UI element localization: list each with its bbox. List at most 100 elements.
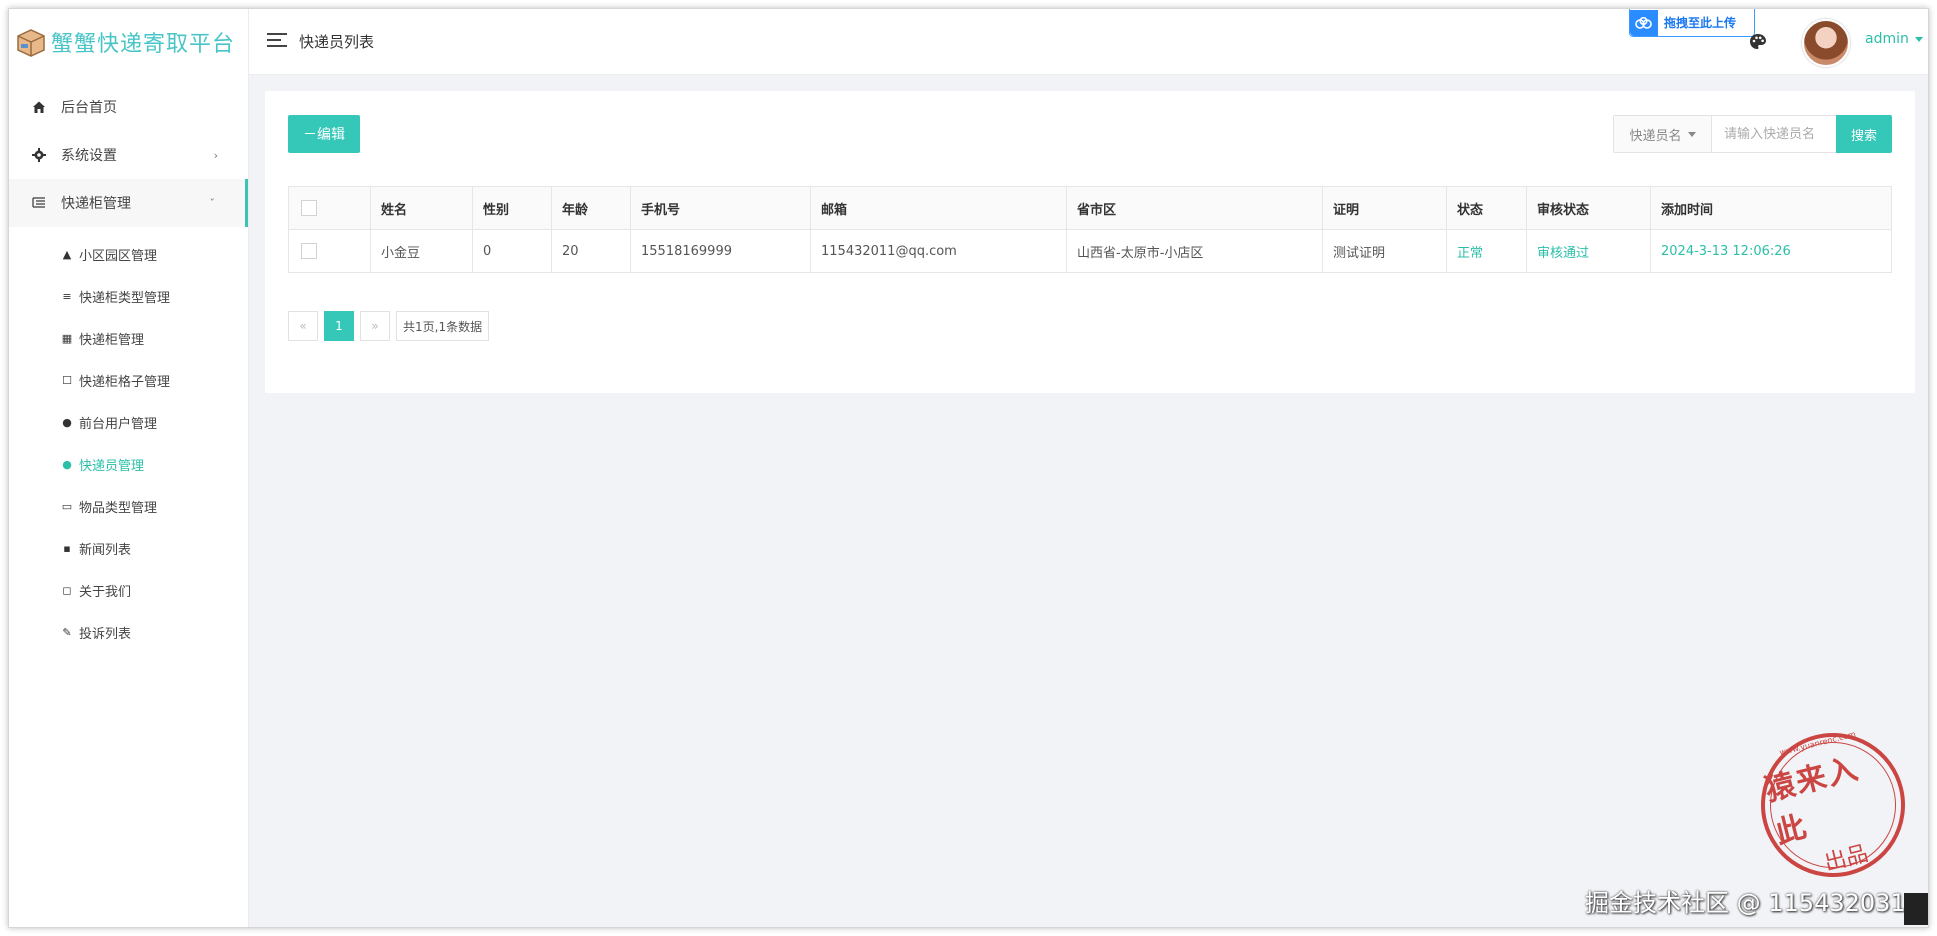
courier-table: 姓名 性别 年龄 手机号 邮箱 省市区 证明 状态 审核状态 添加时间 小金豆 … (288, 186, 1892, 273)
app-window: 蟹蟹快递寄取平台 后台首页 系统设置 › 快递柜管理 ˇ ▲ 小区园区管理 ≡ … (8, 8, 1929, 928)
search-field-label: 快递员名 (1629, 128, 1682, 144)
audit-status-badge: 审核通过 (1526, 229, 1651, 273)
column-header[interactable]: 姓名 (370, 186, 473, 230)
row-checkbox[interactable] (301, 243, 317, 259)
file-icon: ▪ (63, 541, 71, 555)
submenu-item-label: 快递柜管理 (79, 332, 145, 348)
sidebar-submenu: ▲ 小区园区管理 ≡ 快递柜类型管理 ▦ 快递柜管理 ☐ 快递柜格子管理 ● 前… (9, 227, 248, 653)
search-field-select[interactable]: 快递员名 (1614, 116, 1712, 152)
user-icon: ● (62, 415, 72, 429)
submenu-item-frontend-users[interactable]: ● 前台用户管理 (9, 401, 248, 443)
user-icon: ● (62, 457, 72, 471)
upload-badge-label: 拖拽至此上传 (1664, 16, 1737, 30)
page-button-current[interactable]: 1 (324, 311, 354, 341)
column-header[interactable]: 性别 (472, 186, 552, 230)
column-header[interactable]: 年龄 (551, 186, 631, 230)
cell-age: 20 (551, 229, 631, 273)
submenu-item-cabinet-cells[interactable]: ☐ 快递柜格子管理 (9, 359, 248, 401)
cell-name: 小金豆 (370, 229, 473, 273)
pagination-summary: 共1页,1条数据 (396, 311, 490, 341)
table-header-row: 姓名 性别 年龄 手机号 邮箱 省市区 证明 状态 审核状态 添加时间 (288, 186, 1892, 230)
column-header[interactable]: 审核状态 (1526, 186, 1651, 230)
square-icon: ☐ (62, 373, 72, 387)
cell-gender: 0 (472, 229, 552, 273)
sidebar-item-label: 快递柜管理 (61, 196, 131, 212)
sidebar-item-cabinet-management[interactable]: 快递柜管理 ˇ (9, 179, 248, 227)
submenu-item-label: 前台用户管理 (79, 416, 158, 432)
caret-down-icon[interactable] (1915, 37, 1923, 42)
gear-icon (31, 147, 47, 163)
caret-down-icon (1687, 131, 1696, 137)
cell-created-at: 2024-3-13 12:06:26 (1650, 229, 1892, 273)
search-button[interactable]: 搜索 (1836, 115, 1892, 153)
app-title: 蟹蟹快递寄取平台 (51, 32, 236, 57)
status-badge: 正常 (1446, 229, 1527, 273)
submenu-item-about[interactable]: ◻ 关于我们 (9, 569, 248, 611)
cell-region: 山西省-太原市-小店区 (1066, 229, 1323, 273)
column-header[interactable]: 邮箱 (810, 186, 1067, 230)
submenu-item-cabinet-types[interactable]: ≡ 快递柜类型管理 (9, 275, 248, 317)
column-header[interactable]: 证明 (1322, 186, 1447, 230)
select-all-cell (288, 186, 371, 230)
menu-lines-icon: ≡ (62, 289, 72, 303)
sidebar: 蟹蟹快递寄取平台 后台首页 系统设置 › 快递柜管理 ˇ ▲ 小区园区管理 ≡ … (9, 9, 249, 927)
sidebar-item-home[interactable]: 后台首页 (9, 83, 248, 131)
column-header[interactable]: 状态 (1446, 186, 1527, 230)
chevron-right-icon: › (213, 148, 218, 162)
submenu-item-label: 物品类型管理 (79, 500, 158, 516)
upload-badge[interactable]: 拖拽至此上传 (1629, 9, 1755, 37)
folder-icon: ▭ (61, 499, 73, 513)
submenu-item-couriers[interactable]: ● 快递员管理 (9, 443, 248, 485)
cell-phone: 15518169999 (630, 229, 811, 273)
table-row[interactable]: 小金豆 0 20 15518169999 115432011@qq.com 山西… (288, 229, 1892, 273)
list-icon (31, 195, 47, 211)
seal-stamp: www.yuanrenc.com 猿来入此 出品 (1745, 717, 1921, 893)
submenu-item-label: 快递柜格子管理 (79, 374, 171, 390)
submenu-item-news[interactable]: ▪ 新闻列表 (9, 527, 248, 569)
search-bar: 快递员名 搜索 (1613, 115, 1892, 153)
pagination: « 1 » 共1页,1条数据 (288, 311, 490, 341)
watermark-text: 掘金技术社区 @ 115432031q (1585, 889, 1921, 917)
submenu-item-complaints[interactable]: ✎ 投诉列表 (9, 611, 248, 653)
cabinet-icon: ▦ (61, 331, 73, 345)
row-select-cell (288, 229, 371, 273)
submenu-item-community[interactable]: ▲ 小区园区管理 (9, 233, 248, 275)
submenu-item-label: 投诉列表 (79, 626, 132, 642)
select-all-checkbox[interactable] (301, 200, 317, 216)
page-title: 快递员列表 (299, 33, 375, 51)
prev-page-button[interactable]: « (288, 311, 318, 341)
user-menu[interactable]: admin (1865, 31, 1909, 47)
submenu-item-cabinets[interactable]: ▦ 快递柜管理 (9, 317, 248, 359)
brand[interactable]: 蟹蟹快递寄取平台 (9, 9, 248, 75)
pencil-icon: ✎ (62, 625, 72, 639)
comment-icon: ◻ (62, 583, 72, 597)
submenu-item-label: 新闻列表 (79, 542, 132, 558)
column-header[interactable]: 手机号 (630, 186, 811, 230)
edit-button[interactable]: －编辑 (288, 115, 360, 153)
seal-sub-text: 出品 (1821, 840, 1871, 876)
search-input[interactable] (1712, 116, 1836, 152)
submenu-item-label: 关于我们 (79, 584, 132, 600)
column-header[interactable]: 省市区 (1066, 186, 1323, 230)
hamburger-icon[interactable] (267, 33, 287, 49)
corner-widget[interactable] (1904, 893, 1928, 925)
column-header[interactable]: 添加时间 (1650, 186, 1892, 230)
sidebar-item-system-settings[interactable]: 系统设置 › (9, 131, 248, 179)
submenu-item-label: 快递柜类型管理 (79, 290, 171, 306)
submenu-item-item-types[interactable]: ▭ 物品类型管理 (9, 485, 248, 527)
sidebar-item-label: 后台首页 (61, 100, 117, 116)
palette-icon[interactable] (1749, 33, 1767, 56)
cell-proof: 测试证明 (1322, 229, 1447, 273)
avatar[interactable] (1802, 19, 1850, 67)
box-logo-icon (15, 26, 47, 58)
next-page-button[interactable]: » (360, 311, 390, 341)
cell-email: 115432011@qq.com (810, 229, 1067, 273)
content-card: －编辑 快递员名 搜索 姓名 性别 年龄 手机号 邮箱 省市区 证明 (265, 91, 1915, 393)
sidebar-menu: 后台首页 系统设置 › 快递柜管理 ˇ (9, 75, 248, 227)
navigation-icon: ▲ (62, 247, 72, 261)
submenu-item-label: 快递员管理 (79, 458, 145, 474)
sidebar-item-label: 系统设置 (61, 148, 117, 164)
cloud-icon (1630, 9, 1658, 36)
chevron-down-icon: ˇ (209, 196, 216, 210)
submenu-item-label: 小区园区管理 (79, 248, 158, 264)
